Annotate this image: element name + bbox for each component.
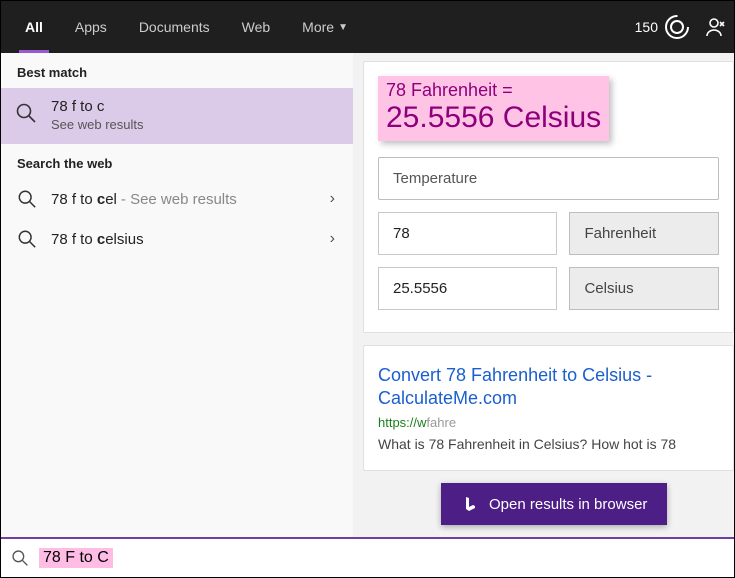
web-result-card: Convert 78 Fahrenheit to Celsius - Calcu…: [363, 345, 734, 471]
best-match-title: 78 f to c: [51, 98, 337, 115]
converter-type-select[interactable]: Temperature: [378, 157, 719, 200]
suggestions-pane: Best match 78 f to c See web results Sea…: [1, 53, 353, 537]
search-input-text[interactable]: 78 F to C: [39, 548, 113, 568]
tab-all[interactable]: All: [9, 1, 59, 53]
search-icon: [15, 102, 37, 124]
suggestion-row[interactable]: 78 f to cel- See web results ›: [1, 179, 353, 219]
converter-row: 25.5556 Celsius: [378, 267, 719, 310]
converter-row: 78 Fahrenheit: [378, 212, 719, 255]
content-area: Best match 78 f to c See web results Sea…: [1, 53, 734, 537]
answer-head-big: 25.5556 Celsius: [386, 101, 601, 135]
suggestion-text: 78 f to cel- See web results: [51, 191, 237, 208]
tab-more[interactable]: More ▼: [286, 1, 364, 53]
top-tab-bar: All Apps Documents Web More ▼ 150: [1, 1, 734, 53]
search-bar[interactable]: 78 F to C: [1, 537, 734, 577]
account-icon[interactable]: [704, 16, 726, 38]
rewards-badge-icon: [664, 14, 690, 40]
results-pane: 78 Fahrenheit = 25.5556 Celsius Temperat…: [353, 53, 734, 537]
tab-documents[interactable]: Documents: [123, 1, 226, 53]
suggestion-row[interactable]: 78 f to celsius ›: [1, 219, 353, 259]
from-unit-select[interactable]: Fahrenheit: [569, 212, 719, 255]
top-right-group: 150: [635, 14, 726, 40]
chevron-right-icon: ›: [330, 190, 335, 208]
tab-apps[interactable]: Apps: [59, 1, 123, 53]
tab-web[interactable]: Web: [226, 1, 287, 53]
search-icon: [17, 229, 37, 249]
to-unit-select[interactable]: Celsius: [569, 267, 719, 310]
best-match-sub: See web results: [51, 117, 337, 132]
answer-card: 78 Fahrenheit = 25.5556 Celsius Temperat…: [363, 61, 734, 333]
best-match-item[interactable]: 78 f to c See web results: [1, 88, 353, 144]
result-snippet: What is 78 Fahrenheit in Celsius? How ho…: [378, 436, 719, 452]
search-icon: [11, 549, 29, 567]
open-in-browser-button[interactable]: Open results in browser: [441, 483, 667, 525]
bing-icon: [461, 495, 479, 513]
suggestion-text: 78 f to celsius: [51, 231, 144, 248]
answer-head-top: 78 Fahrenheit =: [386, 80, 601, 101]
best-match-label: Best match: [1, 53, 353, 88]
chevron-down-icon: ▼: [338, 22, 348, 33]
search-input[interactable]: [113, 550, 724, 567]
chevron-right-icon: ›: [330, 230, 335, 248]
result-title[interactable]: Convert 78 Fahrenheit to Celsius - Calcu…: [378, 364, 719, 411]
rewards-points[interactable]: 150: [635, 14, 690, 40]
from-value-input[interactable]: 78: [378, 212, 557, 255]
search-icon: [17, 189, 37, 209]
answer-highlight: 78 Fahrenheit = 25.5556 Celsius: [378, 76, 609, 141]
to-value-input[interactable]: 25.5556: [378, 267, 557, 310]
result-url: https://wfahre: [378, 415, 719, 430]
search-web-label: Search the web: [1, 144, 353, 179]
tab-group: All Apps Documents Web More ▼: [9, 1, 364, 53]
